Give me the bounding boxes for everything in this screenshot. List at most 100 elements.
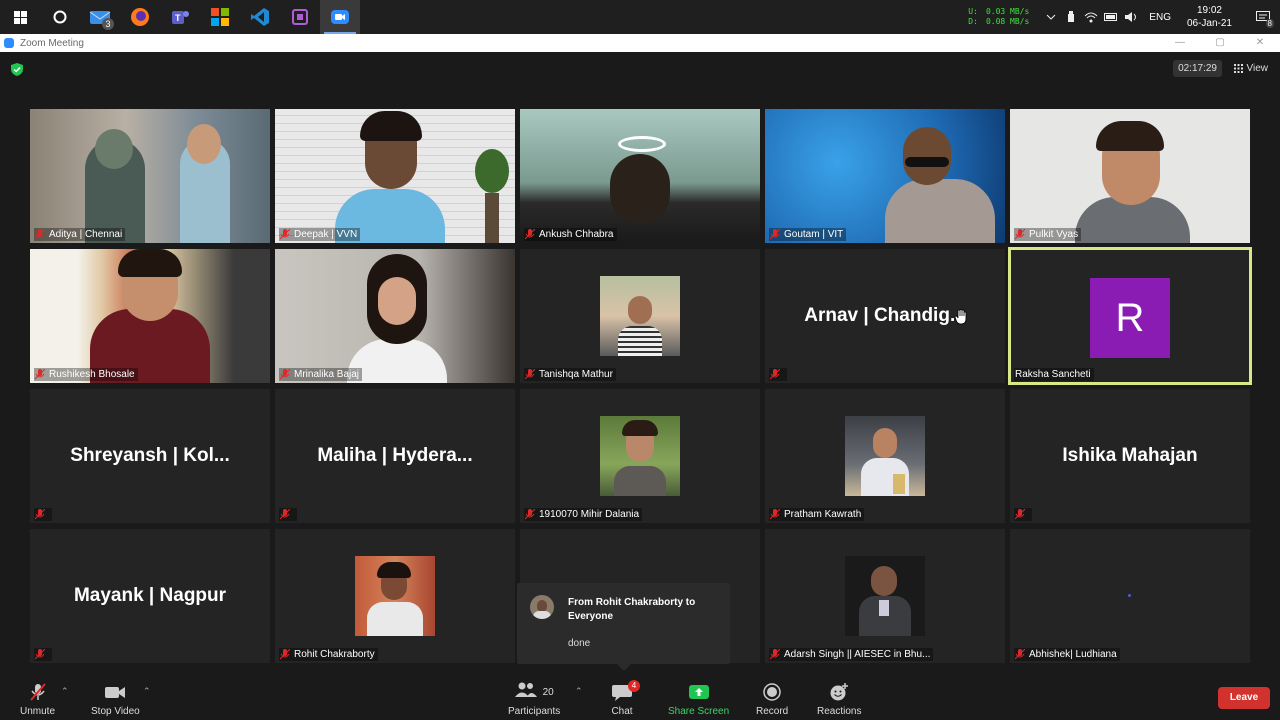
teams-icon[interactable]: T bbox=[160, 0, 200, 34]
chat-notification-popup[interactable]: From Rohit Chakraborty to Everyone done bbox=[517, 583, 730, 671]
vscode-icon[interactable] bbox=[240, 0, 280, 34]
profile-photo bbox=[355, 556, 435, 636]
window-title: Zoom Meeting bbox=[20, 37, 84, 49]
participant-name: Aditya | Chennai bbox=[34, 228, 126, 241]
battery-icon[interactable] bbox=[1101, 0, 1121, 34]
participants-count: 20 bbox=[542, 686, 554, 698]
mail-icon[interactable]: 3 bbox=[80, 0, 120, 34]
firefox-icon[interactable] bbox=[120, 0, 160, 34]
wifi-icon[interactable] bbox=[1081, 0, 1101, 34]
participant-tile[interactable]: Mayank | Nagpur bbox=[30, 529, 270, 663]
audio-options-caret-icon[interactable]: ⌃ bbox=[61, 686, 69, 697]
profile-photo bbox=[600, 416, 680, 496]
initial-avatar: R bbox=[1090, 278, 1170, 358]
participant-name: Deepak | VVN bbox=[279, 228, 361, 241]
muted-mic-icon bbox=[280, 509, 290, 520]
participant-tile[interactable]: Shreyansh | Kol... bbox=[30, 389, 270, 523]
encryption-shield-icon[interactable] bbox=[11, 63, 23, 76]
chat-label: Chat bbox=[611, 706, 633, 717]
video-camera-icon bbox=[105, 687, 126, 698]
participant-tile[interactable]: Mrinalika Bajaj bbox=[275, 249, 515, 383]
participant-name bbox=[1014, 508, 1032, 521]
muted-mic-icon bbox=[525, 369, 535, 380]
muted-mic-icon bbox=[280, 229, 290, 240]
zoom-logo-icon bbox=[4, 38, 14, 48]
participant-tile[interactable]: Tanishqa Mathur bbox=[520, 249, 760, 383]
participant-tile[interactable]: Pulkit Vyas bbox=[1010, 109, 1250, 243]
sender-avatar bbox=[530, 595, 554, 619]
participant-tile[interactable]: 1910070 Mihir Dalania bbox=[520, 389, 760, 523]
cortana-icon[interactable] bbox=[40, 0, 80, 34]
participant-tile[interactable]: Pratham Kawrath bbox=[765, 389, 1005, 523]
close-icon[interactable]: ✕ bbox=[1240, 34, 1280, 52]
meeting-toolbar: Unmute ⌃ Stop Video ⌃ 20 Participants ⌃ … bbox=[0, 672, 1280, 720]
reactions-label: Reactions bbox=[817, 706, 862, 717]
participant-tile[interactable]: Arnav | Chandig... bbox=[765, 249, 1005, 383]
participant-tile[interactable]: Adarsh Singh || AIESEC in Bhu... bbox=[765, 529, 1005, 663]
participant-tile-active-speaker[interactable]: R Raksha Sancheti bbox=[1008, 247, 1252, 385]
participant-tile[interactable]: Rohit Chakraborty bbox=[275, 529, 515, 663]
volume-icon[interactable] bbox=[1121, 0, 1141, 34]
participants-caret-icon[interactable]: ⌃ bbox=[575, 686, 583, 697]
muted-mic-icon bbox=[35, 369, 45, 380]
record-button[interactable]: Record bbox=[756, 682, 788, 717]
participant-name: Mrinalika Bajaj bbox=[279, 368, 363, 381]
muted-mic-icon bbox=[770, 369, 780, 380]
minimize-icon[interactable]: — bbox=[1160, 34, 1200, 52]
network-meter: U: 0.03 MB/s D: 0.08 MB/s bbox=[968, 7, 1029, 27]
participant-display-name: Arnav | Chandig... bbox=[804, 305, 966, 326]
view-button[interactable]: View bbox=[1233, 60, 1269, 77]
share-screen-label: Share Screen bbox=[668, 706, 730, 717]
participant-tile[interactable]: Aditya | Chennai bbox=[30, 109, 270, 243]
net-down-value: 0.08 MB/s bbox=[985, 17, 1030, 26]
window-titlebar: Zoom Meeting — ▢ ✕ bbox=[0, 34, 1280, 52]
record-icon bbox=[763, 683, 781, 701]
zoom-icon[interactable] bbox=[320, 0, 360, 34]
participant-name bbox=[279, 508, 297, 521]
net-up-label: U: bbox=[968, 7, 978, 16]
participant-name: Rohit Chakraborty bbox=[279, 648, 378, 661]
chat-unread-badge: 4 bbox=[628, 680, 640, 692]
net-up-value: 0.03 MB/s bbox=[985, 7, 1030, 16]
maximize-icon[interactable]: ▢ bbox=[1200, 34, 1240, 52]
reactions-button[interactable]: Reactions bbox=[817, 682, 861, 717]
participant-display-name: Ishika Mahajan bbox=[1062, 445, 1198, 466]
unmute-button[interactable]: Unmute bbox=[20, 682, 55, 717]
usb-icon[interactable] bbox=[1061, 0, 1081, 34]
participant-name: Tanishqa Mathur bbox=[524, 368, 616, 381]
muted-mic-icon bbox=[1015, 229, 1025, 240]
start-icon[interactable] bbox=[0, 0, 40, 34]
participant-tile[interactable]: Ankush Chhabra bbox=[520, 109, 760, 243]
reaction-emoji-icon bbox=[830, 683, 849, 701]
share-screen-button[interactable]: Share Screen bbox=[668, 682, 729, 717]
office-icon[interactable] bbox=[200, 0, 240, 34]
video-options-caret-icon[interactable]: ⌃ bbox=[143, 686, 151, 697]
participants-button[interactable]: 20 Participants bbox=[508, 682, 560, 717]
participant-tile[interactable]: Deepak | VVN bbox=[275, 109, 515, 243]
view-label: View bbox=[1246, 63, 1269, 74]
participant-tile[interactable]: Maliha | Hydera... bbox=[275, 389, 515, 523]
leave-button[interactable]: Leave bbox=[1218, 687, 1270, 709]
participant-name: 1910070 Mihir Dalania bbox=[524, 508, 643, 521]
participant-tile[interactable]: Rushikesh Bhosale bbox=[30, 249, 270, 383]
stop-video-button[interactable]: Stop Video bbox=[91, 682, 140, 717]
participant-tile[interactable]: Goutam | VIT bbox=[765, 109, 1005, 243]
participant-tile[interactable]: Abhishek| Ludhiana bbox=[1010, 529, 1250, 663]
participant-name: Abhishek| Ludhiana bbox=[1014, 648, 1120, 661]
chevron-up-icon[interactable] bbox=[1041, 0, 1061, 34]
profile-photo bbox=[845, 416, 925, 496]
profile-photo bbox=[600, 276, 680, 356]
participant-name bbox=[769, 368, 787, 381]
app-icon[interactable] bbox=[280, 0, 320, 34]
unmute-label: Unmute bbox=[20, 706, 56, 717]
clock[interactable]: 19:02 06-Jan-21 bbox=[1187, 4, 1232, 30]
notification-icon[interactable]: 8 bbox=[1246, 0, 1280, 34]
participant-name: Ankush Chhabra bbox=[524, 228, 617, 241]
language-indicator[interactable]: ENG bbox=[1149, 12, 1171, 23]
muted-mic-icon bbox=[35, 509, 45, 520]
muted-mic-icon bbox=[1015, 509, 1025, 520]
participants-label: Participants bbox=[508, 706, 561, 717]
participant-name: Raksha Sancheti bbox=[1014, 368, 1094, 381]
participant-tile[interactable]: Ishika Mahajan bbox=[1010, 389, 1250, 523]
stop-video-label: Stop Video bbox=[91, 706, 140, 717]
